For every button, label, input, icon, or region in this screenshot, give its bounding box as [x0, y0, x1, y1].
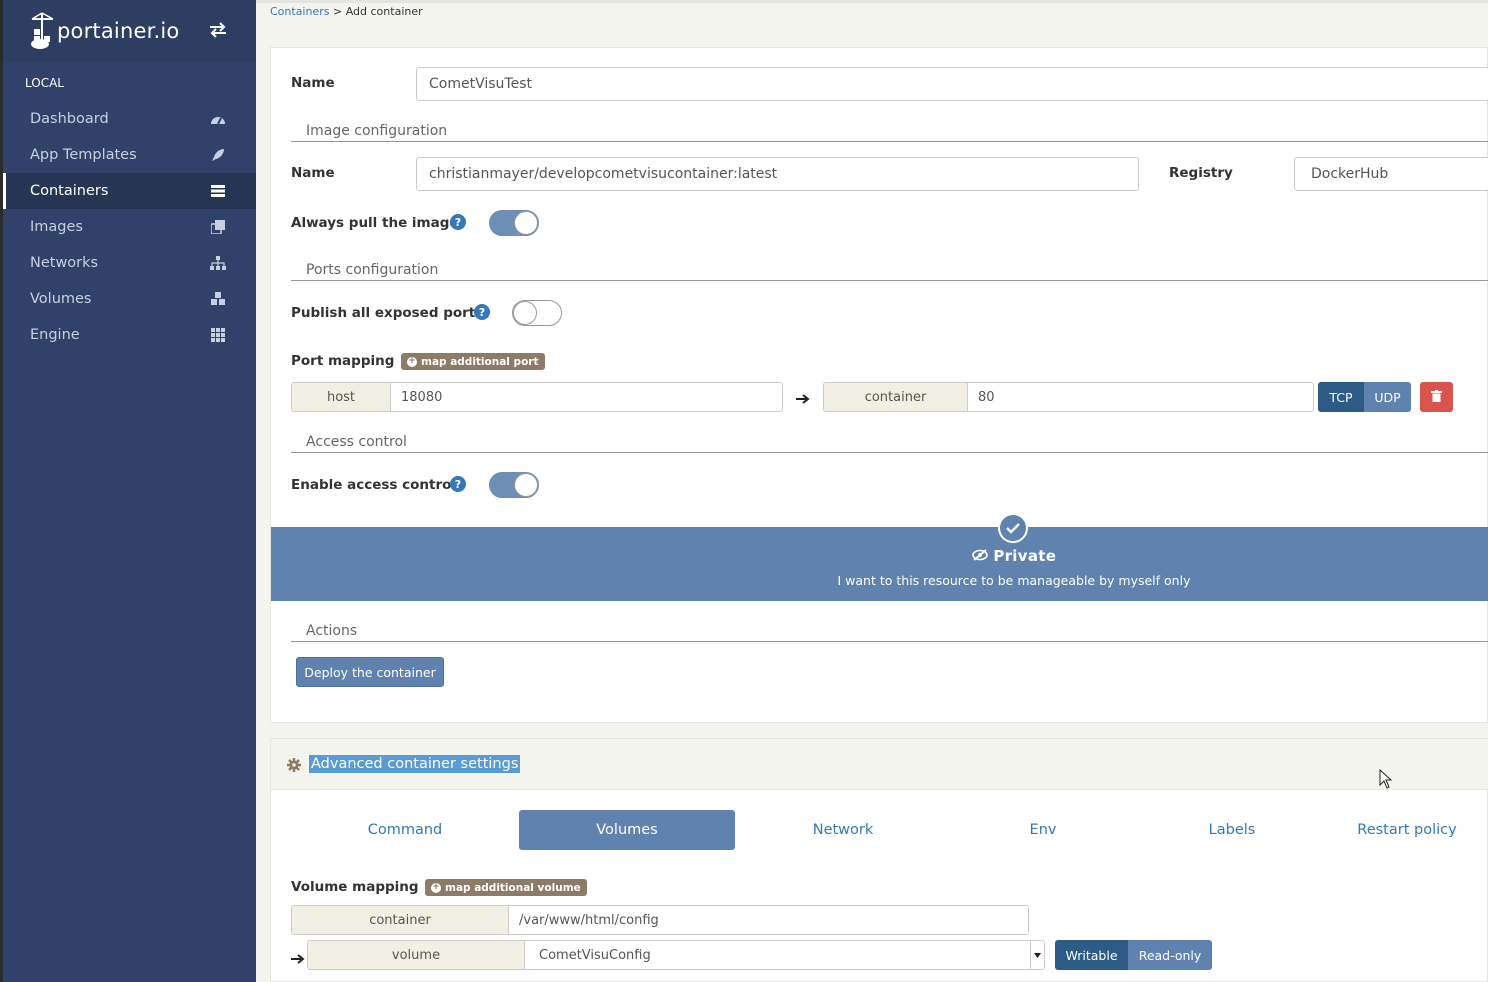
registry-label: Registry: [1169, 165, 1233, 181]
brand-name: portainer.io: [57, 19, 180, 43]
ports-configuration-legend: Ports configuration: [291, 262, 1488, 281]
dashboard-icon: [210, 111, 226, 127]
tab-network[interactable]: Network: [735, 810, 951, 850]
private-description: I want to this resource to be manageable…: [837, 573, 1191, 588]
image-name-input[interactable]: christianmayer/developcometvisucontainer…: [416, 157, 1139, 191]
sidebar-item-volumes[interactable]: Volumes: [3, 281, 256, 317]
plus-circle-icon: +: [407, 356, 417, 367]
check-icon: [998, 513, 1028, 543]
volume-select-group: volume CometVisuConfig: [307, 940, 1045, 970]
rocket-icon: [210, 147, 226, 163]
help-icon[interactable]: ?: [474, 304, 490, 320]
arrow-right-icon: [796, 389, 810, 408]
container-path-input[interactable]: /var/www/html/config: [509, 906, 1028, 934]
swap-icon[interactable]: [208, 22, 228, 43]
remove-port-button[interactable]: [1420, 382, 1453, 412]
container-port-input[interactable]: 80: [968, 383, 1313, 411]
advanced-settings-title: Advanced container settings: [309, 755, 521, 773]
tab-env[interactable]: Env: [935, 810, 1151, 850]
publish-all-ports-label: Publish all exposed ports: [291, 305, 484, 321]
sidebar: portainer.io LOCAL Dashboard App Templat…: [0, 0, 256, 982]
container-addon: container: [292, 906, 509, 934]
sidebar-item-containers[interactable]: Containers: [3, 173, 256, 209]
image-name-label: Name: [291, 165, 335, 181]
deploy-container-button[interactable]: Deploy the container: [296, 657, 444, 687]
tab-volumes[interactable]: Volumes: [519, 810, 735, 850]
sidebar-item-label: Engine: [30, 327, 80, 343]
volume-container-group: container /var/www/html/config: [291, 905, 1029, 935]
sidebar-item-dashboard[interactable]: Dashboard: [3, 101, 256, 137]
always-pull-label: Always pull the image: [291, 215, 459, 231]
container-addon: container: [824, 383, 968, 411]
sidebar-item-label: Networks: [30, 255, 99, 271]
port-mapping-label: Port mapping: [291, 353, 395, 369]
server-icon: [210, 183, 226, 199]
breadcrumb-containers-link[interactable]: Containers: [270, 5, 330, 18]
udp-button[interactable]: UDP: [1364, 382, 1411, 412]
enable-access-control-label: Enable access control: [291, 477, 457, 493]
private-title: Private: [993, 547, 1057, 565]
gear-icon: [287, 757, 301, 776]
breadcrumb: Containers > Add container: [270, 5, 423, 18]
tab-restart-policy[interactable]: Restart policy: [1327, 810, 1487, 850]
sidebar-item-label: Dashboard: [30, 111, 109, 127]
writable-button[interactable]: Writable: [1055, 940, 1128, 970]
sidebar-item-images[interactable]: Images: [3, 209, 256, 245]
map-additional-port-button[interactable]: + map additional port: [401, 353, 545, 370]
volume-select[interactable]: CometVisuConfig: [525, 941, 1044, 969]
breadcrumb-current: Add container: [345, 5, 423, 18]
create-container-form: Name CometVisuTest Image configuration N…: [270, 47, 1488, 723]
tab-command[interactable]: Command: [297, 810, 513, 850]
image-configuration-legend: Image configuration: [291, 123, 1488, 142]
cursor-icon: [1379, 768, 1393, 793]
container-port-group: container 80: [823, 382, 1314, 412]
advanced-settings-panel: Advanced container settings Command Volu…: [270, 738, 1488, 982]
help-icon[interactable]: ?: [450, 214, 466, 230]
clone-icon: [210, 219, 226, 235]
cubes-icon: [210, 291, 226, 307]
private-access-option[interactable]: Private I want to this resource to be ma…: [271, 513, 1488, 601]
help-icon[interactable]: ?: [450, 476, 466, 492]
access-control-legend: Access control: [291, 434, 1488, 453]
advanced-tabs: Command Volumes Network Env Labels Resta…: [271, 810, 1488, 850]
sidebar-item-label: App Templates: [30, 147, 137, 163]
map-additional-volume-button[interactable]: + map additional volume: [425, 879, 587, 896]
sidebar-item-networks[interactable]: Networks: [3, 245, 256, 281]
host-addon: host: [292, 383, 391, 411]
host-port-input[interactable]: 18080: [391, 383, 782, 411]
tab-labels[interactable]: Labels: [1124, 810, 1340, 850]
always-pull-toggle[interactable]: [489, 210, 539, 236]
advanced-settings-header[interactable]: Advanced container settings: [271, 739, 1488, 790]
th-icon: [210, 327, 226, 343]
actions-legend: Actions: [291, 623, 1488, 642]
container-name-input[interactable]: CometVisuTest: [416, 67, 1488, 101]
eye-slash-icon: [971, 547, 988, 565]
volume-addon: volume: [308, 941, 525, 969]
volume-mapping-label: Volume mapping: [291, 879, 419, 895]
main-content: Containers > Add container Name CometVis…: [256, 0, 1488, 982]
host-port-group: host 18080: [291, 382, 783, 412]
arrow-right-icon: [291, 949, 305, 968]
tcp-button[interactable]: TCP: [1318, 382, 1364, 412]
publish-all-ports-toggle[interactable]: [512, 300, 562, 326]
sitemap-icon: [210, 255, 226, 271]
sidebar-menu: Dashboard App Templates Containers Image…: [3, 101, 256, 353]
access-control-toggle[interactable]: [489, 472, 539, 498]
sidebar-item-engine[interactable]: Engine: [3, 317, 256, 353]
sidebar-section-title: LOCAL: [25, 76, 64, 90]
sidebar-item-app-templates[interactable]: App Templates: [3, 137, 256, 173]
portainer-logo-icon: [29, 11, 55, 51]
container-name-label: Name: [291, 75, 335, 91]
trash-icon: [1431, 389, 1442, 405]
sidebar-item-label: Images: [30, 219, 83, 235]
sidebar-item-label: Volumes: [30, 291, 92, 307]
registry-select[interactable]: DockerHub: [1294, 157, 1488, 191]
plus-circle-icon: +: [431, 882, 441, 893]
sidebar-item-label: Containers: [30, 183, 109, 199]
chevron-down-icon[interactable]: [1030, 941, 1044, 969]
read-only-button[interactable]: Read-only: [1128, 940, 1212, 970]
brand[interactable]: portainer.io: [3, 0, 256, 62]
